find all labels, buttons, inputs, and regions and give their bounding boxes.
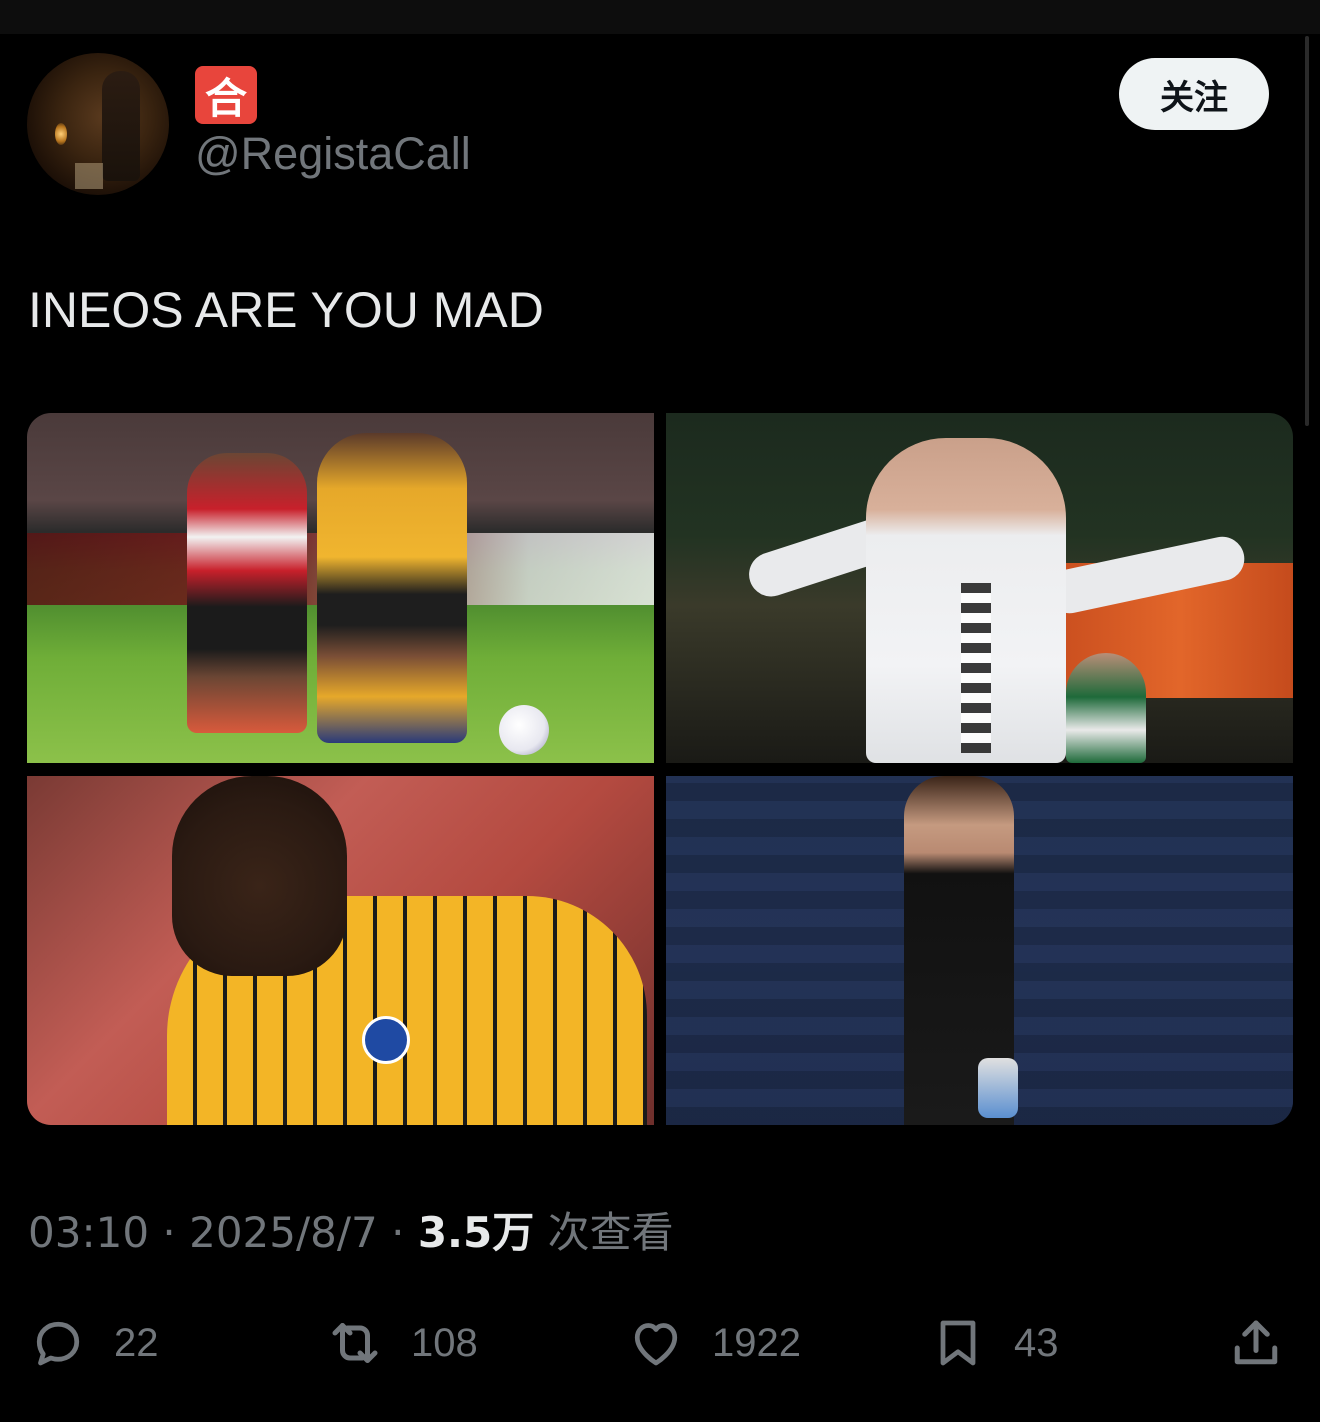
avatar-lamp — [55, 123, 67, 145]
bookmark-icon — [940, 1320, 976, 1366]
status-bar — [0, 0, 1320, 34]
kit-stripe — [961, 583, 991, 753]
avatar[interactable] — [27, 53, 169, 195]
reply-button[interactable]: 22 — [28, 1310, 159, 1376]
bookmark-count: 43 — [1014, 1320, 1059, 1365]
views-label-spacer — [534, 1208, 547, 1257]
action-bar: 22 108 1922 43 — [0, 1310, 1320, 1376]
share-icon — [1234, 1320, 1278, 1365]
background-player — [1066, 653, 1146, 763]
tweet-text: INEOS ARE YOU MAD — [28, 282, 544, 338]
reply-count: 22 — [114, 1320, 159, 1365]
football — [499, 705, 549, 755]
tweet-date[interactable]: 2025/8/7 — [189, 1208, 378, 1257]
avatar-figure — [102, 71, 140, 181]
user-handle[interactable]: @RegistaCall — [195, 128, 471, 180]
bookmark-button[interactable]: 43 — [928, 1310, 1059, 1376]
goalkeeper-glove — [978, 1058, 1018, 1118]
meta-separator: · — [149, 1208, 190, 1257]
views-label: 次查看 — [547, 1208, 674, 1257]
views-count: 3.5万 — [417, 1208, 535, 1257]
reply-icon — [36, 1321, 80, 1366]
retweet-button[interactable]: 108 — [325, 1310, 478, 1376]
meta-separator: · — [377, 1208, 418, 1257]
retweet-count: 108 — [411, 1320, 478, 1365]
photo-goalkeeper-black-kit[interactable] — [666, 776, 1293, 1125]
tweet-time[interactable]: 03:10 — [28, 1208, 149, 1257]
like-button[interactable]: 1922 — [626, 1310, 801, 1376]
tweet-meta: 03:10 · 2025/8/7 · 3.5万 次查看 — [28, 1206, 674, 1260]
player-head — [172, 776, 347, 976]
media-grid — [27, 413, 1293, 1125]
player-red-white — [187, 453, 307, 733]
avatar-sign — [75, 163, 103, 189]
follow-button[interactable]: 关注 — [1119, 58, 1269, 130]
display-name-emoji: 合 — [195, 66, 257, 124]
share-button[interactable] — [1226, 1310, 1286, 1376]
retweet-icon — [332, 1323, 378, 1363]
player-yellow — [317, 433, 467, 743]
photo-player-yellow-brighton-kit[interactable] — [27, 776, 654, 1125]
photo-brentford-vs-wolves[interactable] — [27, 413, 654, 763]
scrollbar[interactable] — [1305, 36, 1309, 426]
photo-player-celebrating-white-kit[interactable] — [666, 413, 1293, 763]
like-count: 1922 — [712, 1320, 801, 1365]
heart-icon — [634, 1323, 678, 1366]
club-crest — [362, 1016, 410, 1064]
